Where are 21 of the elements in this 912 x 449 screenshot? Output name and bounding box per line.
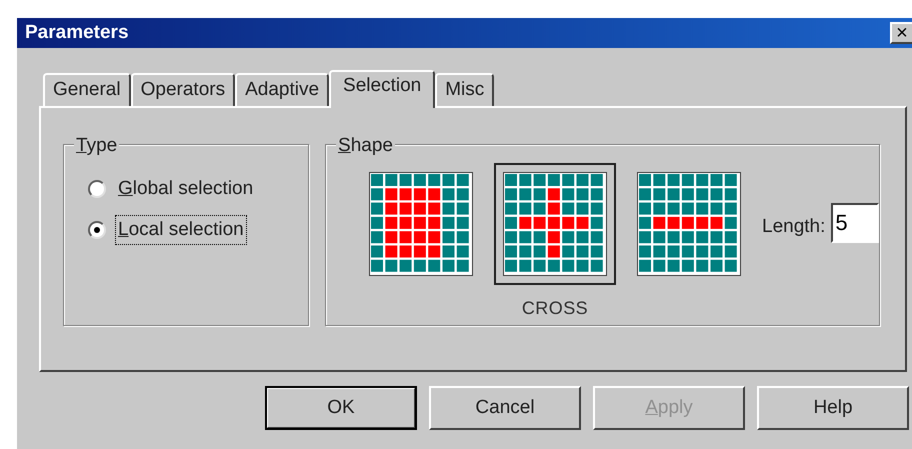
radio-option[interactable]: Global selection bbox=[88, 175, 308, 204]
tab[interactable]: Misc bbox=[435, 73, 494, 106]
length-label: Length: bbox=[762, 215, 826, 239]
shape-grid-icon bbox=[503, 172, 607, 276]
radio-button[interactable] bbox=[88, 220, 106, 239]
shape-grid-icon bbox=[637, 172, 741, 276]
dialog-button[interactable]: OK bbox=[265, 386, 417, 430]
shape-grid-icon bbox=[369, 172, 473, 276]
tab[interactable]: Selection bbox=[329, 70, 436, 108]
tab[interactable]: Adaptive bbox=[235, 73, 330, 106]
radio-option[interactable]: Local selection bbox=[88, 216, 308, 244]
tab[interactable]: General bbox=[43, 73, 131, 106]
shape-name: CROSS bbox=[522, 297, 588, 320]
shape-option[interactable] bbox=[494, 163, 616, 285]
tab[interactable]: Operators bbox=[130, 73, 236, 106]
window-title: Parameters bbox=[25, 20, 129, 45]
close-button[interactable]: × bbox=[890, 22, 912, 44]
radio-button[interactable] bbox=[88, 180, 106, 198]
dialog-button[interactable]: Help bbox=[757, 386, 909, 430]
dialog-button[interactable]: Cancel bbox=[429, 386, 581, 430]
length-field[interactable]: 5 bbox=[831, 203, 880, 243]
